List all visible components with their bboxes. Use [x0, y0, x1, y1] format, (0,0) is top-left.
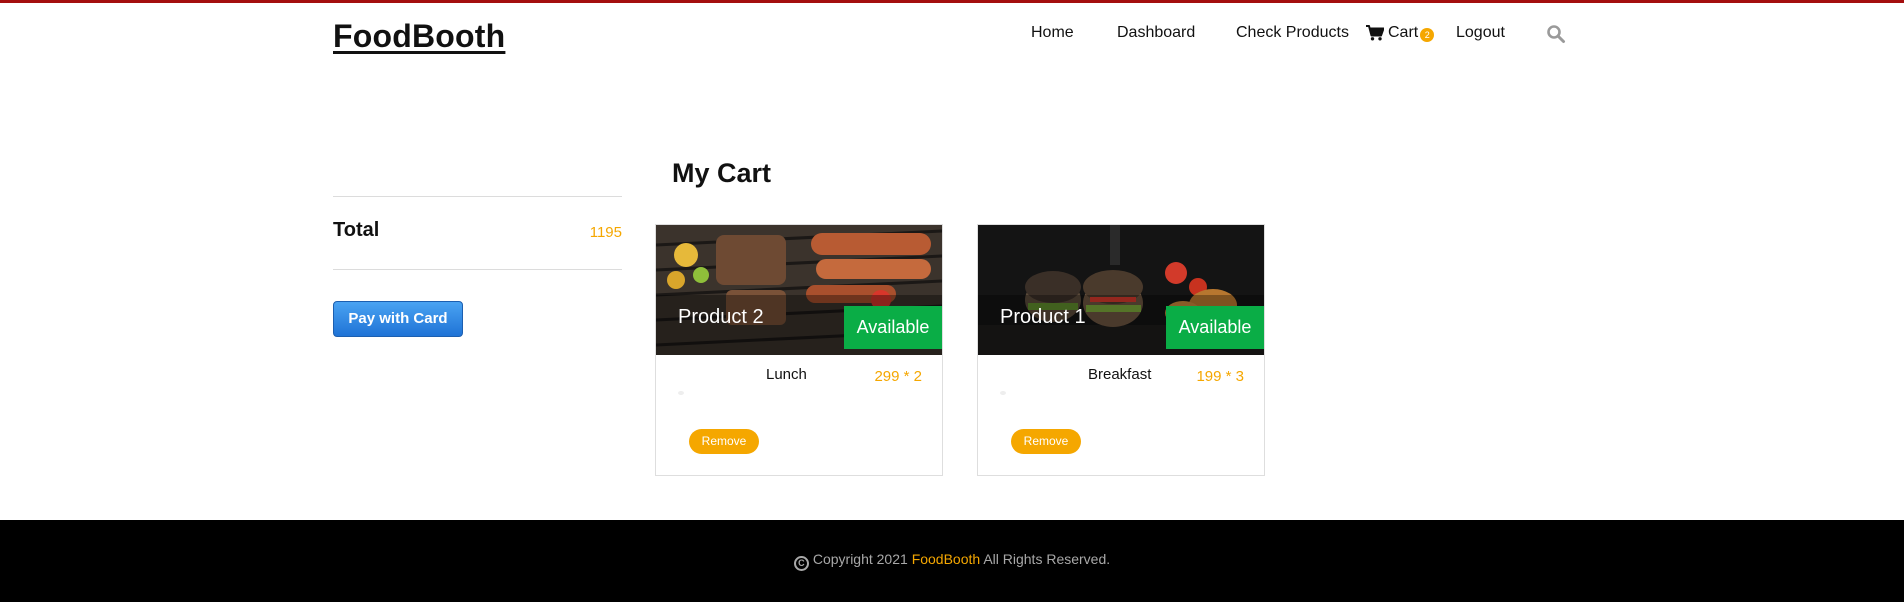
total-row: Total 1195	[333, 197, 622, 269]
remove-button[interactable]: Remove	[1011, 429, 1081, 454]
cart-summary: Total 1195	[333, 196, 622, 270]
availability-badge: Available	[844, 306, 942, 349]
top-accent-bar	[0, 0, 1904, 3]
product-category: Lunch	[766, 366, 807, 383]
footer-brand-link[interactable]: FoodBooth	[912, 551, 981, 567]
decorative-dot	[1000, 391, 1006, 395]
nav-cart-link[interactable]: Cart 2	[1366, 22, 1435, 44]
nav-check-products-link[interactable]: Check Products	[1236, 22, 1349, 44]
availability-badge: Available	[1166, 306, 1264, 349]
copyright-icon: C	[793, 556, 809, 571]
page-title: My Cart	[672, 158, 772, 188]
remove-button[interactable]: Remove	[689, 429, 759, 454]
product-price: 299 * 2	[874, 368, 922, 385]
product-name: Product 2	[678, 306, 764, 328]
nav-home-link[interactable]: Home	[1031, 22, 1074, 44]
cart-item-card: Product 1 Available Breakfast 199 * 3 Re…	[977, 224, 1265, 476]
site-footer: C Copyright 2021 FoodBooth All Rights Res…	[0, 520, 1904, 602]
product-name: Product 1	[1000, 306, 1086, 328]
nav-logout-link[interactable]: Logout	[1456, 22, 1505, 44]
product-category: Breakfast	[1088, 366, 1152, 383]
nav-cart-label: Cart	[1388, 24, 1419, 41]
site-logo[interactable]: FoodBooth	[333, 18, 505, 55]
total-value: 1195	[589, 224, 622, 241]
product-price: 199 * 3	[1196, 368, 1244, 385]
decorative-dot	[678, 391, 684, 395]
shopping-cart-icon	[1366, 25, 1384, 41]
copyright-suffix: All Rights Reserved.	[983, 551, 1111, 567]
cart-item-card: Product 2 Available Lunch 299 * 2 Remove	[655, 224, 943, 476]
copyright-text: C Copyright 2021 FoodBooth All Rights Res…	[0, 551, 1904, 571]
nav-dashboard-link[interactable]: Dashboard	[1117, 22, 1195, 44]
copyright-prefix: Copyright 2021	[812, 551, 908, 567]
search-icon	[1547, 25, 1565, 43]
total-label: Total	[333, 219, 380, 241]
search-button[interactable]	[1546, 24, 1566, 44]
summary-divider-bottom	[333, 269, 622, 270]
pay-with-card-button[interactable]: Pay with Card	[333, 301, 463, 337]
cart-count-badge: 2	[1420, 28, 1435, 42]
